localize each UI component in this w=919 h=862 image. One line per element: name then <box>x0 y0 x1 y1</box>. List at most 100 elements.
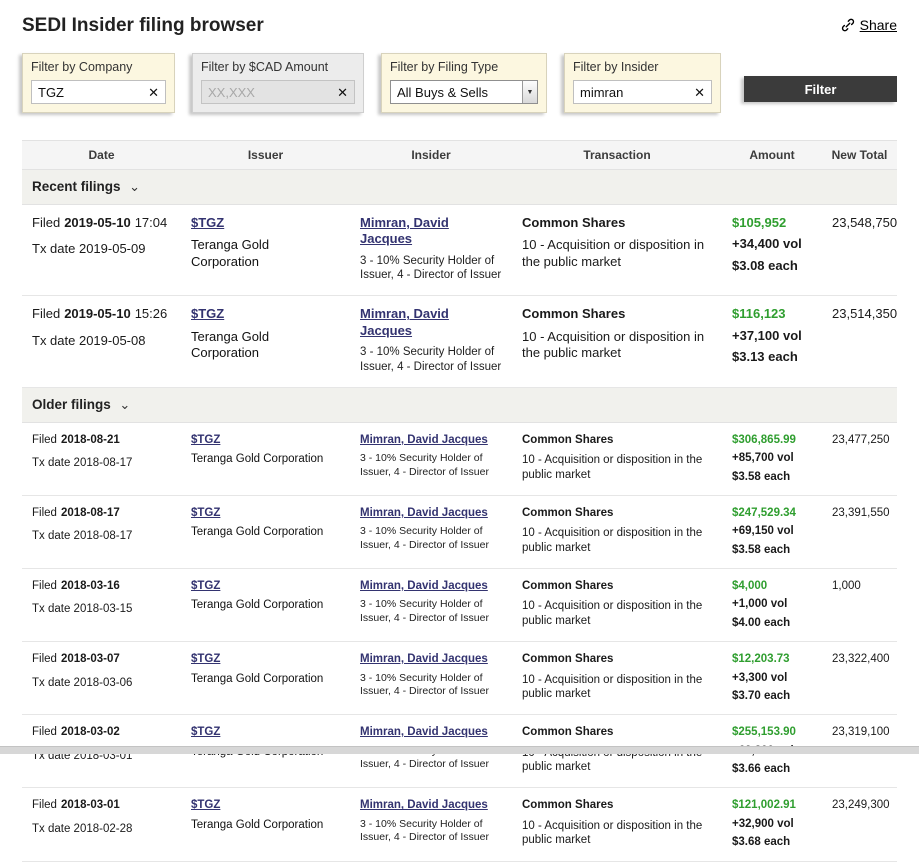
transaction-description: 10 - Acquisition or disposition in the p… <box>522 329 712 362</box>
insider-cell: Mimran, David Jacques 3 - 10% Security H… <box>350 423 512 495</box>
tx-date: Tx date 2019-05-08 <box>32 333 171 349</box>
filter-button[interactable]: Filter <box>744 76 897 102</box>
amount-value: $116,123 <box>732 306 812 322</box>
filing-type-select[interactable]: All Buys & Sells ▼ <box>390 80 538 104</box>
filing-row: Filed2018-08-17 Tx date 2018-08-17 $TGZ … <box>22 496 897 569</box>
ticker-link[interactable]: $TGZ <box>191 799 220 811</box>
security-type: Common Shares <box>522 306 712 322</box>
amount-value: $12,203.73 <box>732 652 812 666</box>
new-total-cell: 1,000 <box>822 569 897 641</box>
insider-cell: Mimran, David Jacques 3 - 10% Security H… <box>350 496 512 568</box>
clear-amount-icon[interactable]: ✕ <box>337 86 348 99</box>
section-header[interactable]: Recent filings ⌄ <box>22 170 897 205</box>
company-field: ✕ <box>31 80 166 104</box>
security-type: Common Shares <box>522 725 712 739</box>
filter-bar: Filter by Company ✕ Filter by $CAD Amoun… <box>22 53 897 113</box>
price-value: $3.66 each <box>732 762 812 776</box>
filed-line: Filed2018-08-21 <box>32 433 171 447</box>
new-total-cell: 23,477,250 <box>822 423 897 495</box>
filing-type-value: All Buys & Sells <box>397 85 488 100</box>
filing-row: Filed2019-05-1015:26 Tx date 2019-05-08 … <box>22 296 897 387</box>
date-cell: Filed2018-08-17 Tx date 2018-08-17 <box>22 496 181 568</box>
column-header-new-total: New Total <box>822 141 897 169</box>
issuer-name: Teranga Gold Corporation <box>191 525 340 539</box>
filed-line: Filed2019-05-1017:04 <box>32 215 171 231</box>
new-total-cell: 23,391,550 <box>822 496 897 568</box>
insider-link[interactable]: Mimran, David Jacques <box>360 653 488 665</box>
filter-type-label: Filter by Filing Type <box>390 60 538 74</box>
issuer-name: Teranga Gold Corporation <box>191 237 340 270</box>
amount-input[interactable] <box>208 85 331 100</box>
insider-link[interactable]: Mimran, David Jacques <box>360 799 488 811</box>
price-value: $3.08 each <box>732 258 812 274</box>
section-label: Recent filings <box>32 179 121 194</box>
transaction-description: 10 - Acquisition or disposition in the p… <box>522 526 712 555</box>
filed-line: Filed2018-03-16 <box>32 579 171 593</box>
transaction-cell: Common Shares 10 - Acquisition or dispos… <box>512 205 722 295</box>
ticker-link[interactable]: $TGZ <box>191 306 224 321</box>
ticker-link[interactable]: $TGZ <box>191 580 220 592</box>
security-type: Common Shares <box>522 579 712 593</box>
insider-link[interactable]: Mimran, David Jacques <box>360 580 488 592</box>
transaction-cell: Common Shares 10 - Acquisition or dispos… <box>512 569 722 641</box>
page-header: SEDI Insider filing browser Share <box>22 0 897 37</box>
amount-cell: $116,123 +37,100 vol $3.13 each <box>722 296 822 386</box>
volume-value: +3,300 vol <box>732 671 812 685</box>
transaction-cell: Common Shares 10 - Acquisition or dispos… <box>512 496 722 568</box>
chevron-down-icon: ⌄ <box>116 397 131 412</box>
insider-link[interactable]: Mimran, David Jacques <box>360 726 488 738</box>
filed-line: Filed2019-05-1015:26 <box>32 306 171 322</box>
filing-row: Filed2018-03-01 Tx date 2018-02-28 $TGZ … <box>22 788 897 861</box>
clear-insider-icon[interactable]: ✕ <box>694 86 705 99</box>
insider-roles: 3 - 10% Security Holder of Issuer, 4 - D… <box>360 818 502 845</box>
ticker-link[interactable]: $TGZ <box>191 434 220 446</box>
transaction-cell: Common Shares 10 - Acquisition or dispos… <box>512 423 722 495</box>
insider-link[interactable]: Mimran, David Jacques <box>360 306 449 337</box>
dropdown-arrow-icon: ▼ <box>522 81 537 103</box>
issuer-name: Teranga Gold Corporation <box>191 672 340 686</box>
ticker-link[interactable]: $TGZ <box>191 653 220 665</box>
ticker-link[interactable]: $TGZ <box>191 507 220 519</box>
filed-line: Filed2018-03-07 <box>32 652 171 666</box>
transaction-cell: Common Shares 10 - Acquisition or dispos… <box>512 788 722 860</box>
company-input[interactable] <box>38 85 142 100</box>
issuer-cell: $TGZ Teranga Gold Corporation <box>181 569 350 641</box>
amount-cell: $12,203.73 +3,300 vol $3.70 each <box>722 642 822 714</box>
new-total-cell: 23,249,300 <box>822 788 897 860</box>
transaction-description: 10 - Acquisition or disposition in the p… <box>522 673 712 702</box>
table-header-row: Date Issuer Insider Transaction Amount N… <box>22 141 897 170</box>
insider-link[interactable]: Mimran, David Jacques <box>360 434 488 446</box>
link-icon <box>841 18 855 32</box>
issuer-cell: $TGZ Teranga Gold Corporation <box>181 296 350 386</box>
ticker-link[interactable]: $TGZ <box>191 215 224 230</box>
page-title: SEDI Insider filing browser <box>22 15 264 37</box>
amount-field: ✕ <box>201 80 355 104</box>
filter-group-amount: Filter by $CAD Amount ✕ <box>192 53 364 113</box>
security-type: Common Shares <box>522 433 712 447</box>
transaction-description: 10 - Acquisition or disposition in the p… <box>522 599 712 628</box>
insider-cell: Mimran, David Jacques 3 - 10% Security H… <box>350 569 512 641</box>
amount-value: $105,952 <box>732 215 812 231</box>
security-type: Common Shares <box>522 652 712 666</box>
insider-link[interactable]: Mimran, David Jacques <box>360 215 449 246</box>
date-cell: Filed2018-03-16 Tx date 2018-03-15 <box>22 569 181 641</box>
column-header-issuer: Issuer <box>181 141 350 169</box>
issuer-cell: $TGZ Teranga Gold Corporation <box>181 496 350 568</box>
filing-row: Filed2019-05-1017:04 Tx date 2019-05-09 … <box>22 205 897 296</box>
clear-company-icon[interactable]: ✕ <box>148 86 159 99</box>
sedi-app: SEDI Insider filing browser Share Filter… <box>0 0 919 862</box>
share-link[interactable]: Share <box>841 17 897 33</box>
issuer-cell: $TGZ Teranga Gold Corporation <box>181 788 350 860</box>
insider-roles: 3 - 10% Security Holder of Issuer, 4 - D… <box>360 254 502 284</box>
section-header[interactable]: Older filings ⌄ <box>22 388 897 423</box>
amount-value: $306,865.99 <box>732 433 812 447</box>
date-cell: Filed2018-03-07 Tx date 2018-03-06 <box>22 642 181 714</box>
amount-value: $4,000 <box>732 579 812 593</box>
volume-value: +69,150 vol <box>732 524 812 538</box>
tx-date: Tx date 2018-03-15 <box>32 602 171 616</box>
ticker-link[interactable]: $TGZ <box>191 726 220 738</box>
insider-input[interactable] <box>580 85 688 100</box>
transaction-cell: Common Shares 10 - Acquisition or dispos… <box>512 642 722 714</box>
insider-roles: 3 - 10% Security Holder of Issuer, 4 - D… <box>360 525 502 552</box>
insider-link[interactable]: Mimran, David Jacques <box>360 507 488 519</box>
